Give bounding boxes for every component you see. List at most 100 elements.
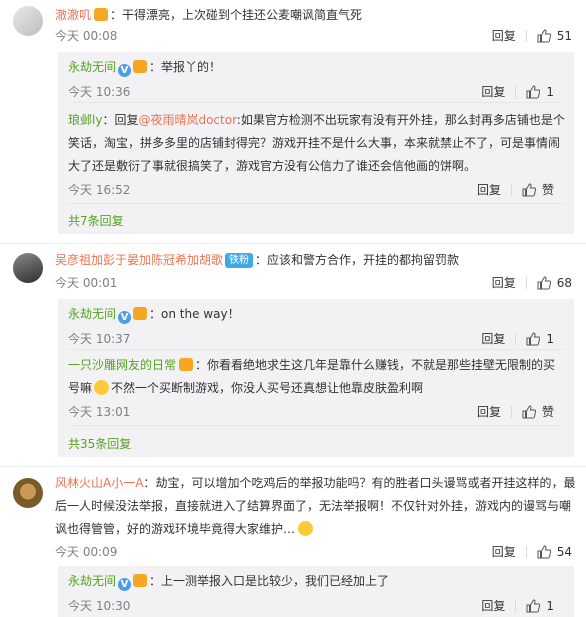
like-count: 赞	[541, 183, 554, 197]
username[interactable]: 澈澈叽	[55, 8, 91, 22]
divider	[525, 30, 527, 42]
reply-time: 今天 10:30	[68, 599, 131, 613]
reply-text: 不然一个买断制游戏，你没人买号还真想让他靠皮肤盈利啊	[111, 381, 424, 395]
comment-time: 今天 00:01	[55, 276, 118, 290]
reply-text: 举报丫的！	[161, 60, 222, 74]
divider	[68, 203, 564, 204]
reply-prefix: 回复	[114, 113, 139, 127]
like-button[interactable]: 赞	[522, 404, 554, 420]
reply-box: 永劫无间 V ：on the way！ 今天 10:37 回复 1 一只沙雕网友的日…	[58, 299, 574, 457]
reply-button[interactable]: 回复	[481, 598, 505, 614]
more-replies-link[interactable]: 共35条回复	[68, 435, 131, 452]
like-button[interactable]: 54	[537, 544, 572, 560]
divider	[510, 184, 512, 196]
reply-box: 永劫无间 V ：上一测举报入口是比较少，我们已经加上了 今天 10:30 回复 1	[58, 566, 574, 617]
like-count: 68	[556, 276, 572, 290]
comment-time: 今天 00:08	[55, 29, 118, 43]
mention-link[interactable]: @夜雨晴岚doctor	[138, 113, 236, 127]
comment-time: 今天 00:09	[55, 545, 118, 559]
reply-text: 你看看绝地求生这几年是靠什么赚钱，不就是那些挂壁无限制的买	[207, 358, 556, 372]
reply-header: 永劫无间 V ：on the way！	[68, 307, 240, 324]
reply-line: 一只沙雕网友的日常 ：你看看绝地求生这几年是靠什么赚钱，不就是那些挂壁无限制的买	[68, 358, 556, 372]
comment-header: 澈澈叽 ：干得漂亮，上次碰到个挂还公麦嘲讽简直气死	[55, 8, 363, 22]
thumbs-up-icon	[537, 545, 551, 559]
comment-actions: 回复 51	[492, 28, 572, 44]
reply-header: 永劫无间 V ：举报丫的！	[68, 60, 222, 77]
comment-text: 干得漂亮，上次碰到个挂还公麦嘲讽简直气死	[122, 8, 363, 22]
comment-line: 后一人时候没法举报，直接就进入了结算界面了，无法举报啊！不仅针对外挂，游戏内的谩…	[55, 499, 572, 513]
reply-line: 号嘛 不然一个买断制游戏，你没人买号还真想让他靠皮肤盈利啊	[68, 377, 423, 399]
level-badge-icon	[94, 8, 109, 21]
reply-button[interactable]: 回复	[477, 404, 501, 420]
username[interactable]: 一只沙雕网友的日常	[68, 358, 176, 372]
like-count: 51	[556, 29, 572, 43]
reply-button[interactable]: 回复	[492, 544, 516, 560]
avatar[interactable]	[13, 478, 43, 508]
divider	[525, 546, 527, 558]
thumbs-up-icon	[522, 183, 536, 197]
like-count: 54	[556, 545, 572, 559]
like-count: 1	[546, 332, 554, 346]
thumbs-up-icon	[522, 405, 536, 419]
username[interactable]: 吴彦祖加彭于晏加陈冠希加胡歌	[55, 253, 223, 267]
reply-button[interactable]: 回复	[481, 331, 505, 347]
username[interactable]: 永劫无间	[68, 60, 116, 74]
like-button[interactable]: 1	[526, 331, 554, 347]
reply-time: 今天 13:01	[68, 405, 131, 419]
avatar[interactable]	[13, 253, 43, 283]
like-count: 赞	[541, 405, 554, 419]
thumbs-up-icon	[526, 599, 541, 613]
thumbs-up-icon	[537, 276, 551, 290]
reply-actions: 回复 1	[481, 598, 554, 614]
fan-badge: 铁粉	[225, 253, 254, 268]
divider	[0, 466, 586, 467]
reply-button[interactable]: 回复	[492, 275, 516, 291]
comment-text: 劫宝，可以增加个吃鸡后的举报功能吗？有的胜者口头谩骂或者开挂这样的，最	[155, 476, 576, 490]
like-button[interactable]: 68	[537, 275, 572, 291]
reply-actions: 回复 赞	[477, 182, 554, 198]
reply-button[interactable]: 回复	[492, 28, 516, 44]
username[interactable]: 永劫无间	[68, 574, 116, 588]
reply-text: on the way！	[161, 307, 240, 321]
reply-actions: 回复 赞	[477, 404, 554, 420]
comment-header: 吴彦祖加彭于晏加陈冠希加胡歌 铁粉 ：应该和警方合作，开挂的都拘留罚款	[55, 253, 460, 268]
username[interactable]: 风林火山A小一A	[55, 476, 143, 490]
reply-actions: 回复 1	[481, 331, 554, 347]
reply-time: 今天 16:52	[68, 183, 131, 197]
verified-icon: V	[118, 311, 132, 324]
thumbs-up-icon	[526, 332, 541, 346]
reply-button[interactable]: 回复	[481, 84, 505, 100]
level-badge-icon	[133, 574, 148, 587]
comment-actions: 回复 68	[492, 275, 572, 291]
reply-text: 上一测举报入口是比较少，我们已经加上了	[161, 574, 390, 588]
username[interactable]: 琅邺ly	[68, 113, 102, 127]
comment-line: 讽也得管管，好的游戏环境毕竟得大家维护…	[55, 518, 314, 540]
like-button[interactable]: 赞	[522, 182, 554, 198]
divider	[525, 277, 527, 289]
thumbs-up-icon	[526, 85, 541, 99]
avatar[interactable]	[13, 6, 43, 36]
divider	[0, 243, 586, 244]
emoji-icon	[94, 380, 110, 395]
verified-icon: V	[118, 64, 132, 77]
username[interactable]: 永劫无间	[68, 307, 116, 321]
verified-icon: V	[118, 578, 132, 591]
reply-line: 大了还是敷衍了事就很搞笑了，游戏官方没有公信力了谁还会信他画的饼啊。	[68, 159, 477, 173]
reply-header: 永劫无间 V ：上一测举报入口是比较少，我们已经加上了	[68, 574, 390, 591]
level-badge-icon	[133, 60, 148, 73]
emoji-icon	[298, 521, 314, 536]
comment-text: 讽也得管管，好的游戏环境毕竟得大家维护…	[55, 522, 296, 536]
reply-text: :如果官方检测不出玩家有没有开外挂，那么封再多店铺也是个	[236, 113, 565, 127]
reply-actions: 回复 1	[481, 84, 554, 100]
reply-line: 琅邺ly：回复@夜雨晴岚doctor:如果官方检测不出玩家有没有开外挂，那么封再…	[68, 113, 565, 127]
like-button[interactable]: 1	[526, 84, 554, 100]
like-count: 1	[546, 85, 554, 99]
like-button[interactable]: 51	[537, 28, 572, 44]
reply-button[interactable]: 回复	[477, 182, 501, 198]
divider	[515, 333, 517, 345]
like-button[interactable]: 1	[526, 598, 554, 614]
divider	[515, 600, 517, 612]
comment-actions: 回复 54	[492, 544, 572, 560]
more-replies-link[interactable]: 共7条回复	[68, 212, 124, 229]
reply-box: 永劫无间 V ：举报丫的！ 今天 10:36 回复 1 琅邺ly：回复@夜雨晴岚do…	[58, 52, 574, 234]
